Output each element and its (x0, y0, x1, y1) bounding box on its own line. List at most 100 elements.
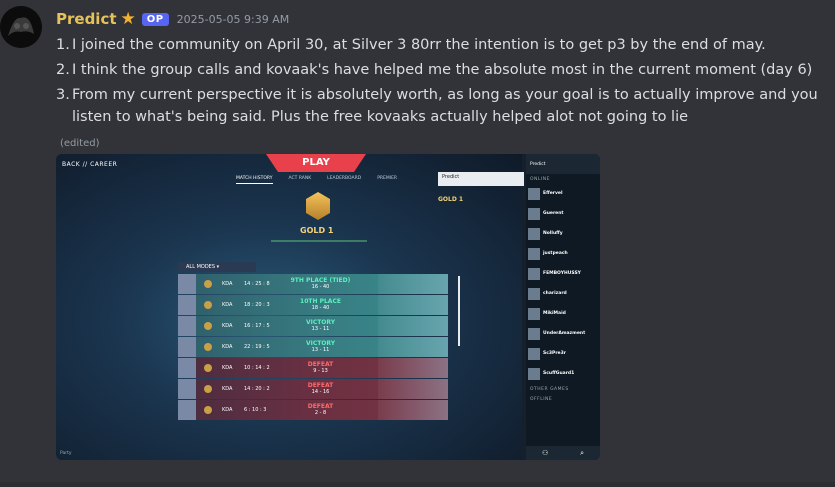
friends-panel: Predict ONLINE Effervel Guerent Nolluffy… (526, 154, 600, 460)
match-score: 16 - 40 (311, 284, 330, 290)
username[interactable]: Predict (56, 10, 117, 28)
profile-card: Predict (438, 172, 524, 186)
friend-name: charizard (543, 291, 567, 296)
match-row: KDA 18 : 20 : 3 10TH PLACE 18 - 40 (178, 295, 448, 315)
game-tabs: MATCH HISTORY ACT RANK LEADERBOARD PREMI… (236, 176, 397, 184)
rank-icon (204, 301, 212, 309)
friend-item: Sc3Pre3r (526, 344, 600, 363)
tab-match-history: MATCH HISTORY (236, 176, 273, 184)
friend-avatar (528, 207, 540, 220)
agent-portrait (178, 379, 196, 399)
kda-label: KDA (222, 344, 233, 350)
list-item: 3. From my current perspective it is abs… (56, 84, 826, 128)
kda-value: 18 : 20 : 3 (244, 302, 270, 308)
kda-label: KDA (222, 386, 233, 392)
map-thumbnail (378, 358, 448, 378)
match-result: DEFEAT (307, 403, 334, 410)
next-message-edge (0, 482, 835, 487)
rank-icon (204, 280, 212, 288)
list-item: 1. I joined the community on April 30, a… (56, 34, 826, 56)
other-games-section: OTHER GAMES (530, 386, 569, 392)
op-badge: OP (141, 12, 169, 26)
friend-name: Effervel (543, 191, 563, 196)
match-row: KDA 14 : 25 : 8 9TH PLACE (TIED) 16 - 40 (178, 274, 448, 294)
friend-name: justpeach (543, 251, 568, 256)
play-button: PLAY (266, 154, 366, 172)
star-icon: ★ (120, 8, 136, 29)
kda-value: 22 : 19 : 5 (244, 344, 270, 350)
friend-item: UnderAmazment (526, 324, 600, 343)
rank-icon (204, 364, 212, 372)
match-score: 14 - 16 (311, 389, 330, 395)
map-thumbnail (378, 316, 448, 336)
friend-item: ScuffGuard1 (526, 364, 600, 383)
rank-icon (204, 322, 212, 330)
attached-screenshot[interactable]: BACK // CAREER PLAY MATCH HISTORY ACT RA… (56, 154, 600, 460)
kda-value: 6 : 10 : 3 (244, 407, 267, 413)
friend-avatar (528, 367, 540, 380)
edited-label: (edited) (60, 138, 100, 149)
friend-item: justpeach (526, 244, 600, 263)
profile-rank: GOLD 1 (438, 196, 464, 203)
rank-label: GOLD 1 (300, 226, 334, 235)
match-score: 13 - 11 (311, 347, 330, 353)
message-body: 1. I joined the community on April 30, a… (56, 34, 826, 131)
friend-avatar (528, 287, 540, 300)
friend-item: charizard (526, 284, 600, 303)
modes-label: ALL MODES (186, 264, 216, 270)
friends-header: Predict (526, 154, 600, 174)
agent-portrait (178, 295, 196, 315)
online-section: ONLINE (530, 176, 550, 182)
match-score: 18 - 40 (311, 305, 330, 311)
tab-premier: PREMIER (377, 176, 398, 181)
friend-name: UnderAmazment (543, 331, 586, 336)
modes-dropdown: ALL MODES ▾ (178, 262, 256, 272)
profile-name: Predict (442, 174, 460, 180)
match-result: VICTORY (305, 340, 336, 347)
tab-act-rank: ACT RANK (288, 176, 312, 181)
map-thumbnail (378, 337, 448, 357)
list-number: 1. (56, 37, 70, 53)
list-number: 2. (56, 62, 70, 78)
friend-avatar (528, 347, 540, 360)
rank-progress (271, 240, 367, 242)
match-row: KDA 22 : 19 : 5 VICTORY 13 - 11 (178, 337, 448, 357)
list-text: From my current perspective it is absolu… (72, 87, 818, 125)
party-label: Party (60, 451, 72, 456)
map-thumbnail (378, 274, 448, 294)
search-icon: ⌕ (580, 448, 585, 457)
friend-avatar (528, 247, 540, 260)
map-thumbnail (378, 295, 448, 315)
agent-portrait (178, 337, 196, 357)
match-row: KDA 6 : 10 : 3 DEFEAT 2 - 8 (178, 400, 448, 420)
kda-label: KDA (222, 365, 233, 371)
self-name: Predict (530, 161, 546, 167)
match-result: DEFEAT (307, 382, 334, 389)
offline-section: OFFLINE (530, 396, 553, 402)
match-result: DEFEAT (307, 361, 334, 368)
friend-name: Sc3Pre3r (543, 351, 566, 356)
kda-label: KDA (222, 323, 233, 329)
scrollbar (458, 276, 460, 346)
timestamp: 2025-05-05 9:39 AM (176, 12, 290, 26)
user-avatar[interactable] (0, 6, 42, 48)
friend-avatar (528, 307, 540, 320)
match-score: 13 - 11 (311, 326, 330, 332)
friend-avatar (528, 187, 540, 200)
kda-value: 14 : 20 : 2 (244, 386, 270, 392)
add-friend-icon: ⚇ (541, 449, 549, 457)
back-label: BACK // CAREER (62, 160, 118, 168)
friend-item: Effervel (526, 184, 600, 203)
friend-name: FEMBOYHUSSY (543, 271, 581, 276)
agent-portrait (178, 358, 196, 378)
friend-item: Guerent (526, 204, 600, 223)
match-row: KDA 16 : 17 : 5 VICTORY 13 - 11 (178, 316, 448, 336)
friend-name: Guerent (543, 211, 564, 216)
tab-leaderboard: LEADERBOARD (327, 176, 362, 181)
agent-portrait (178, 400, 196, 420)
list-text: I think the group calls and kovaak's hav… (72, 62, 813, 78)
list-number: 3. (56, 87, 70, 103)
friend-name: Nolluffy (543, 231, 563, 236)
kda-label: KDA (222, 281, 233, 287)
map-thumbnail (378, 379, 448, 399)
